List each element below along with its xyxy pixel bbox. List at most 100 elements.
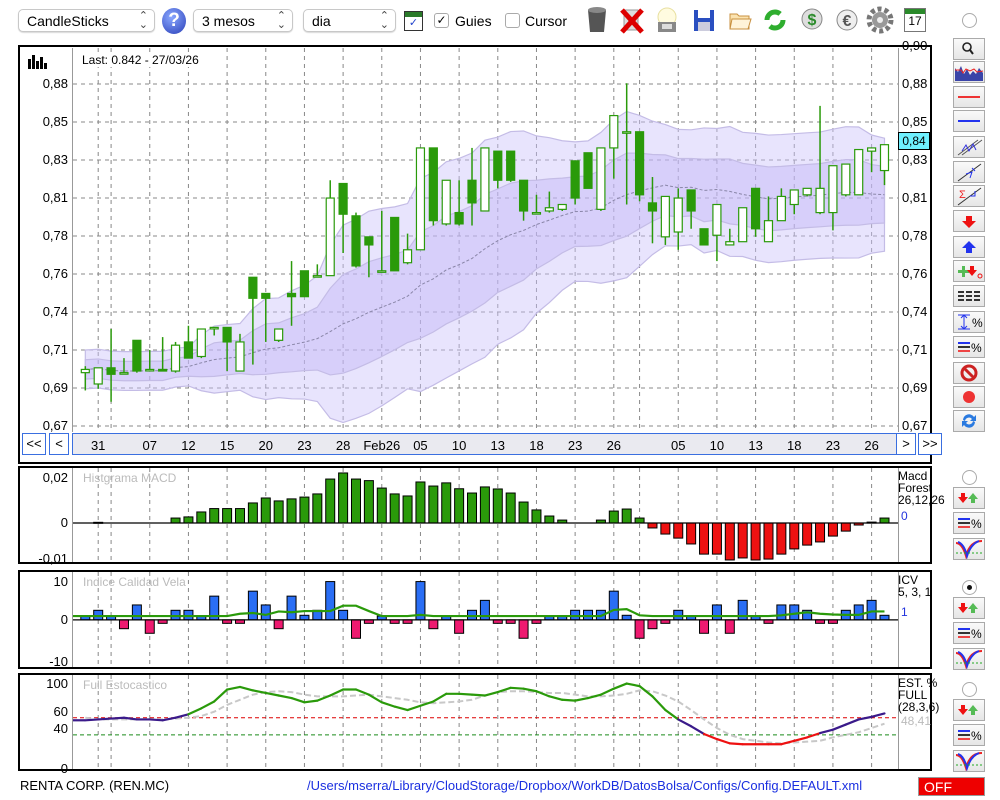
euro-icon[interactable]: €	[835, 6, 859, 34]
y-tick-label-right: 0,90	[902, 38, 928, 54]
y-tick-label: 0,85	[42, 114, 68, 130]
macd-crossover-button[interactable]	[953, 538, 985, 560]
add-signal-button[interactable]	[953, 260, 985, 282]
period-select[interactable]: 3 mesos ⌃ ⌄	[193, 9, 293, 32]
svg-text:%: %	[971, 341, 982, 355]
stochastic-k-segment	[213, 688, 229, 703]
icv-bar	[853, 604, 864, 621]
delete-icon[interactable]	[620, 6, 644, 34]
candle-body	[183, 341, 194, 359]
sigma-trend-button[interactable]: Σ	[953, 185, 985, 207]
y-tick-label: 0,83	[42, 152, 68, 168]
macd-panel-radio[interactable]	[962, 470, 977, 485]
trendline-button[interactable]	[953, 161, 985, 183]
x-tick-label: 20	[258, 438, 273, 453]
main-panel-radio[interactable]	[962, 13, 977, 28]
stochastic-crossover-button[interactable]	[953, 750, 985, 772]
candlestick-plot[interactable]: Last: 0.842 - 27/03/26	[72, 48, 899, 432]
open-folder-icon[interactable]	[728, 6, 752, 34]
nav-first-button[interactable]: <<	[22, 433, 46, 455]
save-icon[interactable]	[692, 6, 716, 34]
stochastic-plot[interactable]: Full Estocastico	[72, 675, 899, 769]
calendar-icon[interactable]: 17	[903, 6, 927, 34]
macd-bar	[673, 522, 684, 539]
date-axis-scrollbar[interactable]: 31 07 12 15 20 23 28 Feb26 05 10 13 18 23 26 05 10 13 18 2…	[72, 433, 897, 455]
candle-body	[106, 367, 116, 375]
volume-overlay-button[interactable]	[953, 61, 985, 83]
levels-button[interactable]	[953, 285, 985, 307]
icv-signals-button[interactable]	[953, 597, 985, 619]
candle-body	[544, 207, 554, 212]
buy-arrow-button[interactable]	[953, 236, 985, 258]
lines-percent-button[interactable]: %	[953, 336, 985, 358]
stochastic-panel-radio[interactable]	[962, 682, 977, 697]
macd-signals-button[interactable]	[953, 487, 985, 509]
chevron-updown-icon: ⌃ ⌄	[276, 10, 286, 31]
candle-body	[583, 152, 593, 189]
y-tick-label: 60	[53, 703, 68, 719]
x-tick-label: 10	[709, 438, 725, 453]
channel-button[interactable]	[953, 136, 985, 158]
stochastic-levels-button[interactable]: %	[953, 724, 985, 746]
dollar-icon[interactable]: $	[800, 6, 824, 34]
macd-bar	[621, 508, 632, 524]
candle-body	[467, 179, 477, 204]
trash-icon[interactable]	[585, 6, 609, 34]
clear-button[interactable]	[953, 362, 985, 384]
period-value: 3 mesos	[202, 13, 255, 29]
stochastic-signals-icon	[958, 705, 978, 715]
macd-plot[interactable]: Histgrama MACD	[72, 468, 899, 562]
icv-panel-radio[interactable]	[962, 580, 977, 595]
macd-bar	[286, 498, 297, 524]
macd-bar	[376, 487, 387, 524]
candle-body	[480, 147, 490, 212]
interval-select[interactable]: dia ⌃ ⌄	[303, 9, 396, 32]
macd-bar	[183, 516, 194, 524]
bar-chart-icon[interactable]	[28, 53, 48, 69]
swap-button[interactable]	[953, 410, 985, 432]
macd-bar	[763, 522, 774, 560]
x-tick-label: 23	[297, 438, 312, 453]
lightbulb-icon[interactable]	[655, 6, 679, 34]
candle-body	[415, 147, 426, 251]
guides-checkbox[interactable]: ✓	[434, 13, 449, 28]
zoom-button[interactable]	[953, 38, 985, 60]
y-tick-label: 40	[53, 720, 68, 736]
red-line-button[interactable]	[953, 86, 985, 108]
candle-body	[209, 326, 219, 330]
record-button[interactable]	[953, 386, 985, 408]
stochastic-signals-button[interactable]	[953, 699, 985, 721]
candle-body	[158, 368, 168, 372]
refresh-icon[interactable]	[763, 6, 787, 34]
range-percent-button[interactable]: %	[953, 311, 985, 333]
x-tick-label: 26	[606, 438, 622, 453]
macd-levels-button[interactable]: %	[953, 512, 985, 534]
y-tick-label-right: 0,67	[902, 418, 928, 434]
nav-last-button[interactable]: >>	[918, 433, 942, 455]
candle-body	[596, 147, 606, 210]
candle-body	[338, 182, 348, 215]
stochastic-k-segment	[251, 689, 267, 695]
status-off-button[interactable]: OFF	[918, 777, 985, 796]
icv-levels-button[interactable]: %	[953, 622, 985, 644]
chart-type-select[interactable]: CandleSticks ⌃ ⌄	[18, 9, 155, 32]
stochastic-k-segment	[561, 698, 577, 702]
check-icon: ✓	[436, 13, 447, 27]
y-tick-label: 0	[60, 761, 68, 776]
svg-text:$: $	[808, 12, 817, 29]
icv-crossover-button[interactable]	[953, 648, 985, 670]
blue-line-button[interactable]	[953, 110, 985, 132]
sell-arrow-button[interactable]	[953, 210, 985, 232]
icv-bar	[724, 619, 735, 634]
nav-prev-button[interactable]: <	[49, 433, 69, 455]
macd-bar	[879, 517, 890, 524]
icv-bar	[454, 619, 465, 634]
chart-window-icon[interactable]: ✓	[404, 11, 423, 31]
stochastic-k-segment	[393, 705, 409, 712]
config-path-link[interactable]: /Users/mserra/Library/CloudStorage/Dropb…	[307, 778, 862, 793]
icv-plot[interactable]: Indice Calidad Vela	[72, 572, 899, 667]
cursor-checkbox[interactable]	[505, 13, 520, 28]
nav-next-button[interactable]: >	[896, 433, 916, 455]
help-button[interactable]: ?	[162, 8, 186, 34]
gear-icon[interactable]	[866, 6, 894, 34]
